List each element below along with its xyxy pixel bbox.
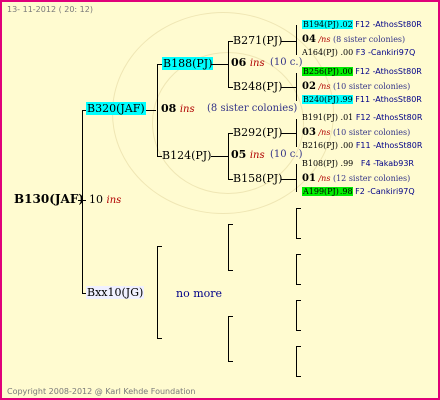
gen4-entry[interactable]: B256(PJ).00 F12 -AthosSt80R (302, 67, 422, 76)
gen2-bottom-value: 05 ins (231, 148, 265, 161)
gen4-entry[interactable]: A199(PJ).98 F2 -Cankiri97Q (302, 187, 415, 196)
empty-tick (157, 246, 162, 247)
gen4-bracket (296, 25, 297, 55)
empty-tick (228, 361, 233, 362)
root-id: B130(JAF) (14, 192, 85, 206)
gen2-top-connector (211, 64, 229, 65)
empty-tick (296, 238, 301, 239)
gen2-top-node[interactable]: B188(PJ) (162, 57, 214, 70)
empty-bracket (157, 246, 158, 339)
gen4-bracket (296, 164, 297, 192)
root-node[interactable]: B130(JAF) (14, 192, 84, 206)
gen1-bottom-note: no more (176, 287, 223, 300)
gen4-entry[interactable]: B216(PJ) .00 F11 -AthosSt80R (302, 141, 422, 150)
empty-bracket (228, 316, 229, 362)
empty-tick (296, 376, 301, 377)
gen2-top-value: 06 ins (231, 56, 265, 69)
root-ins: ins (106, 195, 122, 206)
gen4-entry[interactable]: B108(PJ) .99 F4 -Takab93R (302, 159, 414, 168)
gen1-bottom-node[interactable]: Bxx10(JG) (86, 286, 145, 299)
gen2-top-note: (10 c.) (270, 57, 303, 68)
empty-tick (228, 224, 233, 225)
gen3-top-bracket (228, 41, 229, 88)
copyright: Copyright 2008-2012 @ Karl Kehde Foundat… (7, 387, 196, 396)
gen1-top-node[interactable]: B320(JAF) (86, 102, 146, 115)
gen3-bottom-bracket (228, 133, 229, 180)
gen4-connector (281, 41, 296, 42)
empty-bracket (296, 346, 297, 376)
gen3-node[interactable]: B248(PJ) (233, 80, 282, 93)
print-date: 13- 11-2012 ( 20: 12) (7, 5, 93, 14)
gen2-top-bracket (157, 64, 158, 157)
gen4-entry[interactable]: B191(PJ) .01 F12 -AthosSt80R (302, 113, 422, 122)
empty-tick (296, 346, 301, 347)
empty-bracket (228, 224, 229, 271)
gen4-entry[interactable]: B240(PJ).99 F11 -AthosSt80R (302, 95, 422, 104)
empty-tick (296, 254, 301, 255)
empty-tick (228, 316, 233, 317)
gen4-bracket (296, 119, 297, 147)
gen2-bottom-connector (211, 156, 229, 157)
gen4-bracket (296, 73, 297, 101)
gen4-mid: 03 /ns (10 sister colonies) (302, 127, 411, 138)
empty-tick (296, 284, 301, 285)
empty-bracket (296, 208, 297, 238)
gen4-connector (281, 179, 296, 180)
gen4-connector (281, 133, 296, 134)
gen1-top-connector (146, 110, 156, 111)
gen4-mid: 04 /ns (8 sister colonies) (302, 34, 406, 45)
gen2-bottom-node[interactable]: B124(PJ) (162, 149, 211, 162)
empty-bracket (296, 300, 297, 330)
empty-tick (296, 330, 301, 331)
gen1-bracket (82, 110, 83, 293)
empty-tick (296, 208, 301, 209)
gen4-entry[interactable]: A164(PJ) .00 F3 -Cankiri97Q (302, 48, 415, 57)
empty-tick (157, 338, 162, 339)
gen4-entry[interactable]: B194(PJ).02 F12 -AthosSt80R (302, 20, 422, 29)
gen3-node[interactable]: B292(PJ) (233, 126, 282, 139)
gen4-mid: 01 /ns (12 sister colonies) (302, 173, 411, 184)
empty-tick (296, 300, 301, 301)
empty-bracket (296, 254, 297, 284)
empty-tick (228, 270, 233, 271)
gen2-bottom-note: (10 c.) (270, 149, 303, 160)
gen1-top-note: (8 sister colonies) (207, 103, 298, 114)
root-value: 10 ins (89, 193, 122, 206)
gen3-node[interactable]: B158(PJ) (233, 172, 282, 185)
gen1-top-value: 08 ins (161, 102, 195, 115)
gen3-node[interactable]: B271(PJ) (233, 34, 282, 47)
gen4-connector (281, 87, 296, 88)
pedigree-panel: 13- 11-2012 ( 20: 12) Copyright 2008-201… (0, 0, 440, 400)
gen4-mid: 02 /ns (10 sister colonies) (302, 81, 411, 92)
